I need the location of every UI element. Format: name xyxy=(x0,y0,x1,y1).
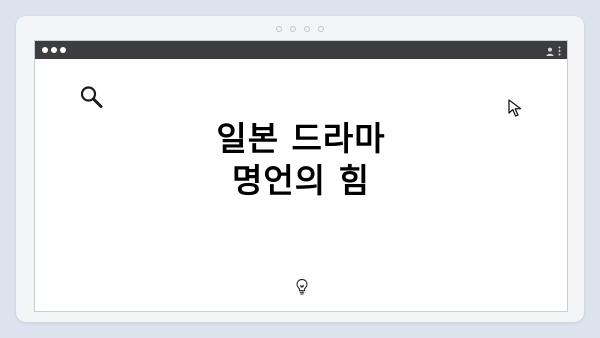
window-content: 일본 드라마 명언의 힘 xyxy=(35,59,567,311)
top-dots xyxy=(16,26,584,32)
headline-line-1: 일본 드라마 xyxy=(216,119,386,158)
top-dot xyxy=(276,26,282,32)
search-icon xyxy=(79,85,105,113)
window-control-dot[interactable] xyxy=(60,47,66,53)
window-titlebar xyxy=(35,41,567,59)
top-dot xyxy=(318,26,324,32)
browser-window: 일본 드라마 명언의 힘 xyxy=(34,40,568,312)
page-headline: 일본 드라마 명언의 힘 xyxy=(35,118,567,202)
window-controls xyxy=(42,47,66,53)
kebab-menu-icon[interactable] xyxy=(558,41,561,60)
window-control-dot[interactable] xyxy=(42,47,48,53)
user-icon[interactable] xyxy=(546,41,554,60)
titlebar-actions xyxy=(546,41,561,59)
top-dot xyxy=(290,26,296,32)
window-control-dot[interactable] xyxy=(51,47,57,53)
top-dot xyxy=(304,26,310,32)
lightbulb-icon xyxy=(295,278,309,300)
headline-line-2: 명언의 힘 xyxy=(232,161,370,200)
